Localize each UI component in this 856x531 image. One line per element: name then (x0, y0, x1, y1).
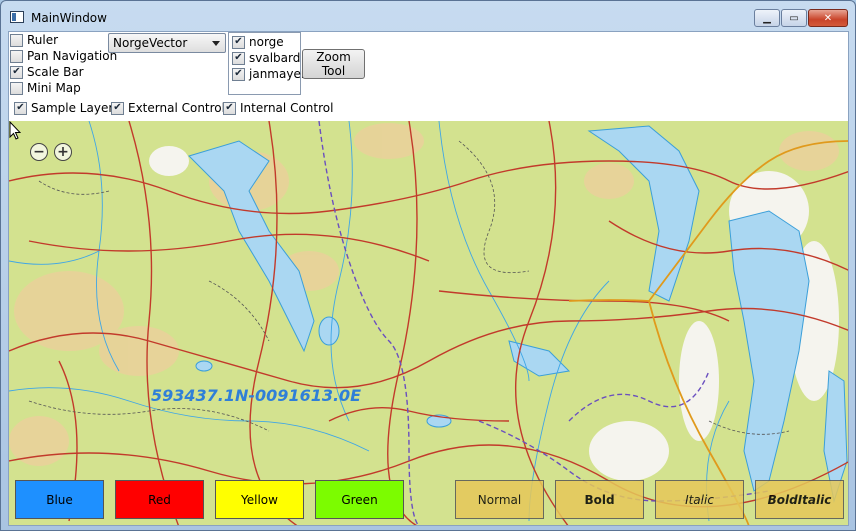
checkbox-box[interactable] (10, 49, 23, 63)
italic-font-button[interactable]: Italic (655, 480, 744, 519)
checkbox-box[interactable]: ✔ (14, 101, 27, 115)
external-control-label: External Control (128, 101, 225, 115)
map-canvas[interactable] (9, 121, 849, 526)
app-window-icon (10, 11, 24, 23)
close-button[interactable]: ✕ (808, 9, 848, 27)
internal-control-label: Internal Control (240, 101, 334, 115)
map-selector-value: NorgeVector (113, 36, 188, 50)
map-view[interactable]: − + 593437.1N-0091613.0E Blue Red Yellow… (9, 121, 849, 526)
scale-bar-checkbox[interactable]: ✔ Scale Bar (10, 65, 84, 79)
bold-font-button[interactable]: Bold (555, 480, 644, 519)
pan-navigation-checkbox[interactable]: Pan Navigation (10, 49, 117, 63)
checkbox-box[interactable]: ✔ (111, 101, 124, 115)
sample-layer-checkbox[interactable]: ✔ Sample Layer (14, 101, 113, 115)
pan-navigation-label: Pan Navigation (27, 49, 118, 63)
yellow-button[interactable]: Yellow (215, 480, 304, 519)
checkbox-box[interactable]: ✔ (223, 101, 236, 115)
zoom-tool-button[interactable]: Zoom Tool (302, 49, 365, 79)
title-bar[interactable]: MainWindow ▁ ▭ ✕ (1, 1, 855, 31)
chevron-down-icon (212, 41, 220, 46)
coordinate-readout: 593437.1N-0091613.0E (151, 386, 362, 405)
main-window: MainWindow ▁ ▭ ✕ Ruler Pan Navigation ✔ … (0, 0, 856, 531)
blue-button[interactable]: Blue (15, 480, 104, 519)
layer-item-norge[interactable]: ✔ norge (232, 35, 284, 49)
minimize-button[interactable]: ▁ (754, 9, 780, 27)
layer-label: janmayen (249, 67, 309, 81)
internal-control-checkbox[interactable]: ✔ Internal Control (223, 101, 333, 115)
ruler-label: Ruler (27, 33, 59, 47)
layer-list[interactable]: ✔ norge ✔ svalbard ✔ janmayen (228, 32, 308, 95)
maximize-button[interactable]: ▭ (781, 9, 807, 27)
close-icon: ✕ (823, 12, 833, 24)
layer-item-svalbard[interactable]: ✔ svalbard (232, 51, 300, 65)
ruler-checkbox[interactable]: Ruler (10, 33, 58, 47)
minus-icon: − (33, 144, 45, 160)
plus-icon: + (57, 144, 69, 160)
minimize-icon: ▁ (763, 12, 771, 24)
client-area: Ruler Pan Navigation ✔ Scale Bar Mini Ma… (8, 31, 849, 526)
green-button[interactable]: Green (315, 480, 404, 519)
sample-layer-label: Sample Layer (31, 101, 114, 115)
mini-map-checkbox[interactable]: Mini Map (10, 81, 81, 95)
bolditalic-font-button[interactable]: BoldItalic (755, 480, 844, 519)
window-title: MainWindow (31, 11, 107, 25)
layer-item-janmayen[interactable]: ✔ janmayen (232, 67, 308, 81)
external-control-checkbox[interactable]: ✔ External Control (111, 101, 225, 115)
map-selector-dropdown[interactable]: NorgeVector (108, 33, 226, 53)
maximize-icon: ▭ (789, 12, 799, 24)
checkbox-box[interactable] (10, 33, 23, 47)
zoom-out-button[interactable]: − (30, 143, 48, 161)
checkbox-box[interactable]: ✔ (232, 35, 245, 49)
normal-font-button[interactable]: Normal (455, 480, 544, 519)
mini-map-label: Mini Map (27, 81, 81, 95)
zoom-in-button[interactable]: + (54, 143, 72, 161)
layer-label: svalbard (249, 51, 301, 65)
mouse-cursor-icon (9, 121, 21, 140)
scale-bar-label: Scale Bar (27, 65, 84, 79)
checkbox-box[interactable]: ✔ (232, 51, 245, 65)
checkbox-box[interactable]: ✔ (232, 67, 245, 81)
checkbox-box[interactable] (10, 81, 23, 95)
layer-label: norge (249, 35, 284, 49)
red-button[interactable]: Red (115, 480, 204, 519)
checkbox-box[interactable]: ✔ (10, 65, 23, 79)
